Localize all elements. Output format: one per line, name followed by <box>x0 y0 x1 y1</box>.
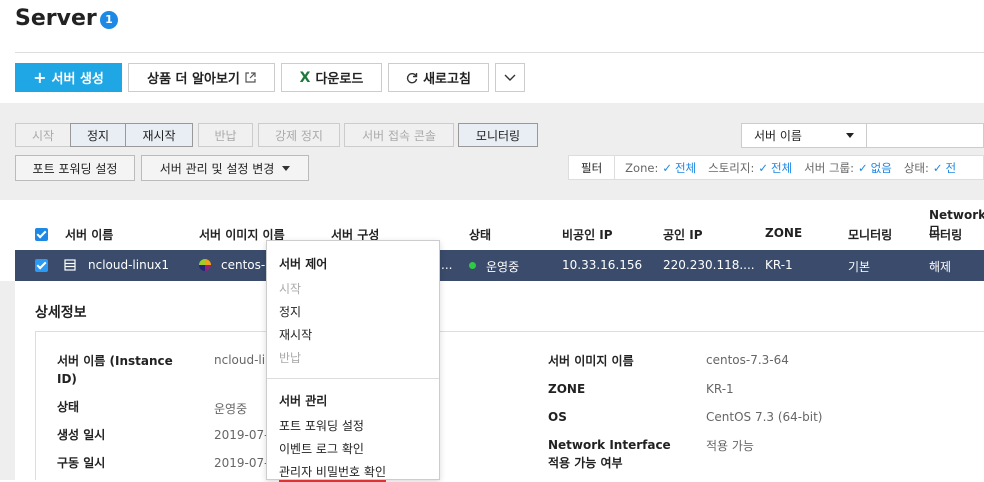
menu-section-control: 서버 제어 <box>279 257 328 271</box>
excel-icon: X <box>299 69 311 86</box>
action-bar <box>0 103 984 200</box>
menu-item-restart[interactable]: 재시작 <box>279 326 312 343</box>
row-name: ncloud-linux1 <box>88 258 170 272</box>
port-forwarding-button[interactable]: 포트 포워딩 설정 <box>15 155 135 181</box>
check-icon: ✓ <box>932 160 943 175</box>
caret-down-icon <box>282 165 291 171</box>
row-private-ip: 10.33.16.156 <box>562 258 643 272</box>
detail-value: 운영중 <box>214 402 248 416</box>
monitoring-button[interactable]: 모니터링 <box>458 123 538 147</box>
detail-label: 적용 가능 여부 <box>548 456 623 470</box>
server-icon <box>64 259 76 271</box>
row-monitoring: 기본 <box>848 260 871 274</box>
chevron-down-icon <box>504 74 516 81</box>
row-checkbox[interactable] <box>35 259 48 272</box>
row-spec: ... <box>441 258 453 272</box>
detail-label: 생성 일시 <box>57 428 106 442</box>
detail-label: OS <box>548 410 567 424</box>
refresh-icon <box>406 72 418 83</box>
detail-value: CentOS 7.3 (64-bit) <box>706 410 823 424</box>
detail-value: 적용 가능 <box>706 439 754 453</box>
force-stop-button[interactable]: 강제 정지 <box>258 123 340 147</box>
header-zone[interactable]: ZONE <box>765 226 802 240</box>
menu-item-port-forwarding[interactable]: 포트 포워딩 설정 <box>279 417 364 434</box>
return-button[interactable]: 반납 <box>198 123 253 147</box>
select-all-checkbox[interactable] <box>35 228 48 241</box>
detail-value: KR-1 <box>706 382 734 396</box>
filter-bar[interactable]: 필터 Zone: ✓ 전체 스토리지: ✓ 전체 서버 그룹: ✓ 없음 상태:… <box>568 155 984 180</box>
download-button[interactable]: X 다운로드 <box>281 63 382 92</box>
more-dropdown-button[interactable] <box>495 63 525 92</box>
menu-item-start[interactable]: 시작 <box>279 280 301 297</box>
header-name[interactable]: 서버 이름 <box>65 226 113 243</box>
console-button[interactable]: 서버 접속 콘솔 <box>344 123 454 147</box>
row-network: 해제 <box>929 260 952 274</box>
header-monitoring[interactable]: 모니터링 <box>848 226 892 243</box>
detail-label: 서버 이름 (Instance <box>57 354 173 368</box>
plus-icon: + <box>33 68 47 87</box>
search-field-select[interactable]: 서버 이름 <box>741 123 867 148</box>
status-running-dot <box>469 262 476 269</box>
detail-label: ZONE <box>548 382 586 396</box>
external-link-icon <box>245 72 256 83</box>
header-network-line2[interactable]: 니터링 <box>929 226 962 243</box>
detail-title: 상세정보 <box>35 305 87 321</box>
learn-more-button[interactable]: 상품 더 알아보기 <box>128 63 275 92</box>
menu-divider <box>267 378 439 379</box>
row-zone: KR-1 <box>765 258 793 272</box>
detail-label: 서버 이미지 이름 <box>548 354 634 368</box>
manage-dropdown-button[interactable]: 서버 관리 및 설정 변경 <box>141 155 309 181</box>
detail-box <box>35 331 984 480</box>
manage-menu: 서버 제어 시작 정지 재시작 반납 서버 관리 포트 포워딩 설정 이벤트 로… <box>266 240 440 482</box>
menu-item-admin-password[interactable]: 관리자 비밀번호 확인 <box>279 463 386 482</box>
menu-item-event-log[interactable]: 이벤트 로그 확인 <box>279 440 364 457</box>
create-server-button[interactable]: + 서버 생성 <box>15 63 122 92</box>
detail-label: 구동 일시 <box>57 456 106 470</box>
check-icon: ✓ <box>858 160 868 175</box>
menu-item-return[interactable]: 반납 <box>279 349 301 366</box>
detail-label: Network Interface <box>548 438 671 452</box>
search-input[interactable] <box>866 123 984 148</box>
header-private-ip[interactable]: 비공인 IP <box>562 226 613 243</box>
centos-icon <box>199 259 211 271</box>
detail-label: ID) <box>57 372 77 386</box>
count-badge: 1 <box>100 11 118 29</box>
menu-item-stop[interactable]: 정지 <box>279 303 301 320</box>
detail-label: 상태 <box>57 400 80 414</box>
caret-down-icon <box>846 133 854 138</box>
check-icon: ✓ <box>662 160 672 175</box>
row-status: 운영중 <box>486 260 520 274</box>
refresh-button[interactable]: 새로고침 <box>388 63 489 92</box>
row-public-ip: 220.230.118.... <box>663 258 755 272</box>
detail-value: ncloud-lin <box>214 353 273 367</box>
header-public-ip[interactable]: 공인 IP <box>663 226 703 243</box>
detail-value: centos-7.3-64 <box>706 353 789 367</box>
menu-section-manage: 서버 관리 <box>279 394 328 408</box>
page-title: Server <box>15 6 97 31</box>
restart-button[interactable]: 재시작 <box>125 123 193 147</box>
check-icon: ✓ <box>758 160 768 175</box>
header-status[interactable]: 상태 <box>469 226 491 243</box>
start-button[interactable]: 시작 <box>15 123 71 147</box>
stop-button[interactable]: 정지 <box>70 123 126 147</box>
header-divider <box>15 52 984 53</box>
filter-label: 필터 <box>569 156 616 179</box>
